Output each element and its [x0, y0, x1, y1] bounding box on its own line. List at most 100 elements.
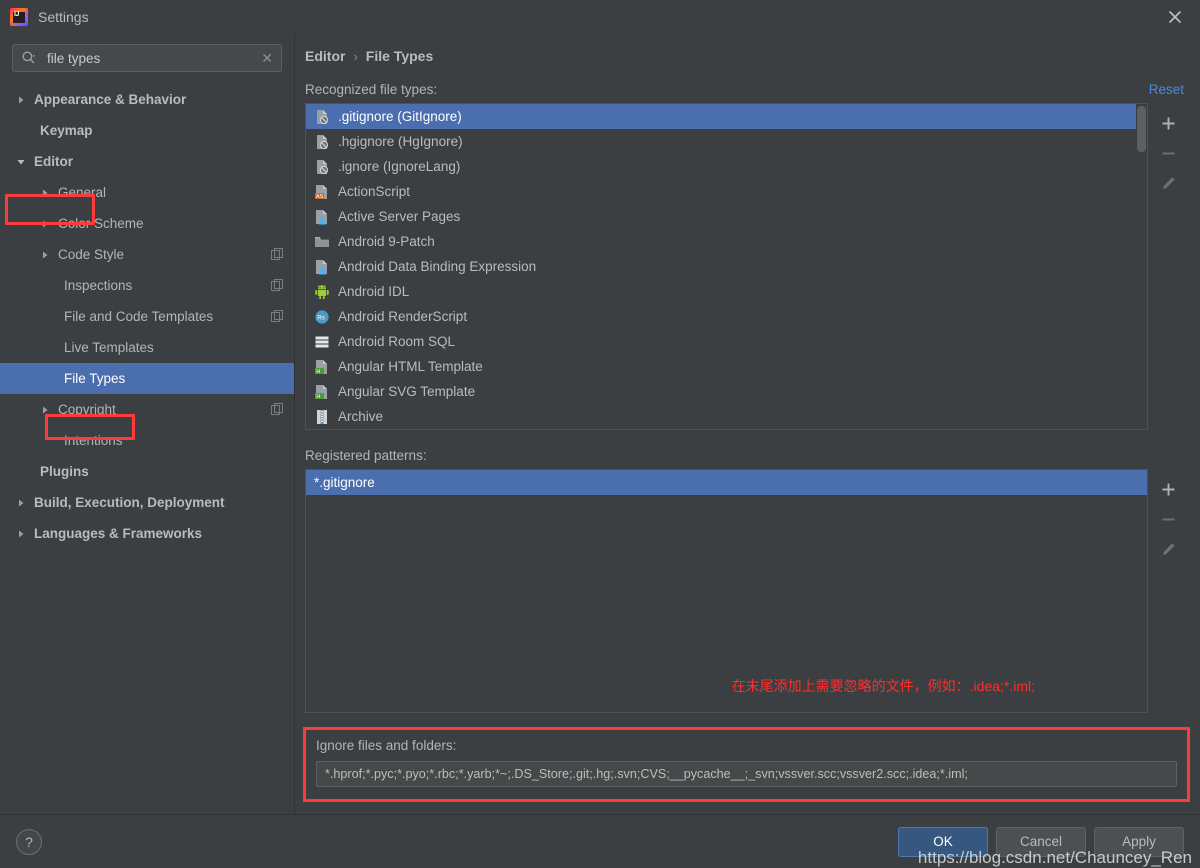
file-type-row[interactable]: AS ActionScript: [306, 179, 1147, 204]
footer-buttons: OK Cancel Apply: [898, 826, 1184, 857]
chevron-right-icon[interactable]: [38, 219, 52, 229]
copy-settings-icon[interactable]: [271, 310, 284, 323]
sidebar-item-file-types[interactable]: File Types: [0, 363, 294, 394]
file-type-row[interactable]: H Angular HTML Template: [306, 354, 1147, 379]
file-type-name: Angular HTML Template: [338, 359, 483, 374]
ignore-files-label: Ignore files and folders:: [316, 738, 457, 753]
sidebar-item-inspections[interactable]: Inspections: [0, 270, 294, 301]
chevron-right-icon[interactable]: [14, 529, 28, 539]
file-type-name: .ignore (IgnoreLang): [338, 159, 461, 174]
sidebar-item-appearance-behavior[interactable]: Appearance & Behavior: [0, 84, 294, 115]
file-type-row[interactable]: Android Room SQL: [306, 329, 1147, 354]
sidebar-item-intentions[interactable]: Intentions: [0, 425, 294, 456]
file-type-row[interactable]: Android IDL: [306, 279, 1147, 304]
database-icon: [314, 334, 330, 350]
copy-settings-icon[interactable]: [271, 279, 284, 292]
breadcrumb-parent[interactable]: Editor: [305, 48, 345, 64]
sidebar-item-general[interactable]: General: [0, 177, 294, 208]
file-types-toolbar: [1148, 103, 1188, 430]
edit-pencil-button[interactable]: [1153, 535, 1183, 563]
cancel-button[interactable]: Cancel: [996, 826, 1086, 857]
sidebar-item-label: Languages & Frameworks: [34, 526, 203, 541]
sidebar-item-label: File and Code Templates: [64, 309, 214, 324]
sidebar-item-label: Intentions: [64, 433, 123, 448]
copy-settings-icon[interactable]: [271, 403, 284, 416]
search-container: ✕: [0, 42, 294, 82]
file-type-name: Angular SVG Template: [338, 384, 476, 399]
add-button[interactable]: [1153, 475, 1183, 503]
search-input[interactable]: [37, 49, 260, 67]
reset-link[interactable]: Reset: [1149, 82, 1184, 97]
search-field[interactable]: ✕: [12, 44, 282, 72]
file-type-row[interactable]: H Angular SVG Template: [306, 379, 1147, 404]
sidebar-item-editor[interactable]: Editor: [0, 146, 294, 177]
svg-text:AS: AS: [316, 194, 324, 200]
asp-file-icon: [314, 259, 330, 275]
chevron-right-icon[interactable]: [14, 95, 28, 105]
svg-text:H: H: [316, 394, 320, 400]
breadcrumb: Editor › File Types: [295, 34, 1200, 64]
file-list-scrollbar-thumb[interactable]: [1137, 106, 1146, 152]
file-type-row[interactable]: Active Server Pages: [306, 204, 1147, 229]
ignore-files-input[interactable]: [316, 761, 1177, 787]
ignore-file-icon: [314, 109, 330, 125]
chevron-right-icon[interactable]: [14, 498, 28, 508]
sidebar-item-label: Live Templates: [64, 340, 154, 355]
apply-button[interactable]: Apply: [1094, 826, 1184, 857]
chevron-right-icon[interactable]: [38, 250, 52, 260]
registered-patterns-label: Registered patterns:: [305, 448, 427, 463]
sidebar-item-label: Code Style: [58, 247, 125, 262]
copy-settings-icon[interactable]: [271, 248, 284, 261]
chevron-right-icon[interactable]: [38, 188, 52, 198]
svg-text:H: H: [316, 369, 320, 375]
patterns-listbox[interactable]: *.gitignore 在末尾添加上需要忽略的文件，例如：.idea;*.iml…: [305, 469, 1148, 713]
actionscript-icon: AS: [314, 184, 330, 200]
remove-button[interactable]: [1153, 505, 1183, 533]
pattern-value: *.gitignore: [314, 475, 375, 490]
sidebar-item-copyright[interactable]: Copyright: [0, 394, 294, 425]
file-types-listbox[interactable]: .gitignore (GitIgnore) .hgignore (HgIgnor…: [305, 103, 1148, 430]
html-file-icon: H: [314, 384, 330, 400]
sidebar-item-live-templates[interactable]: Live Templates: [0, 332, 294, 363]
sidebar-item-label: Build, Execution, Deployment: [34, 495, 225, 510]
settings-sidebar: ✕ Appearance & Behavior Keymap Editor Gener…: [0, 34, 295, 814]
add-button[interactable]: [1153, 109, 1183, 137]
archive-icon: [314, 409, 330, 425]
ignore-files-section: Ignore files and folders:: [303, 727, 1190, 802]
registered-patterns-row: *.gitignore 在末尾添加上需要忽略的文件，例如：.idea;*.iml…: [295, 469, 1200, 713]
clear-icon[interactable]: ✕: [259, 51, 275, 65]
file-type-name: .gitignore (GitIgnore): [338, 109, 462, 124]
remove-button[interactable]: [1153, 139, 1183, 167]
sidebar-item-file-and-code-templates[interactable]: File and Code Templates: [0, 301, 294, 332]
file-type-row[interactable]: Archive: [306, 404, 1147, 429]
sidebar-item-code-style[interactable]: Code Style: [0, 239, 294, 270]
sidebar-item-plugins[interactable]: Plugins: [0, 456, 294, 487]
file-type-row[interactable]: .gitignore (GitIgnore): [306, 104, 1147, 129]
sidebar-item-keymap[interactable]: Keymap: [0, 115, 294, 146]
edit-pencil-button[interactable]: [1153, 169, 1183, 197]
file-type-row[interactable]: Android Data Binding Expression: [306, 254, 1147, 279]
file-type-name: Android Data Binding Expression: [338, 259, 537, 274]
file-list-scrollbar[interactable]: [1136, 104, 1147, 429]
file-type-row[interactable]: .hgignore (HgIgnore): [306, 129, 1147, 154]
help-question-icon[interactable]: ?: [16, 828, 42, 855]
file-type-name: Android IDL: [338, 284, 410, 299]
patterns-toolbar: [1148, 469, 1188, 713]
file-type-row[interactable]: Android 9-Patch: [306, 229, 1147, 254]
folder-icon: [314, 234, 330, 250]
file-type-row[interactable]: Rs Android RenderScript: [306, 304, 1147, 329]
pattern-row[interactable]: *.gitignore: [306, 470, 1147, 495]
sidebar-item-label: File Types: [64, 371, 126, 386]
close-icon[interactable]: [1164, 6, 1186, 28]
chevron-down-icon[interactable]: [14, 157, 28, 167]
sidebar-item-build-execution-deployment[interactable]: Build, Execution, Deployment: [0, 487, 294, 518]
sidebar-item-languages-frameworks[interactable]: Languages & Frameworks: [0, 518, 294, 549]
chevron-right-icon[interactable]: [38, 405, 52, 415]
ok-button[interactable]: OK: [898, 826, 988, 857]
file-type-row[interactable]: .ignore (IgnoreLang): [306, 154, 1147, 179]
sidebar-item-label: Keymap: [40, 123, 93, 138]
breadcrumb-current: File Types: [365, 48, 434, 64]
sidebar-item-label: Copyright: [58, 402, 116, 417]
file-types-list[interactable]: .gitignore (GitIgnore) .hgignore (HgIgnor…: [306, 104, 1147, 429]
sidebar-item-color-scheme[interactable]: Color Scheme: [0, 208, 294, 239]
